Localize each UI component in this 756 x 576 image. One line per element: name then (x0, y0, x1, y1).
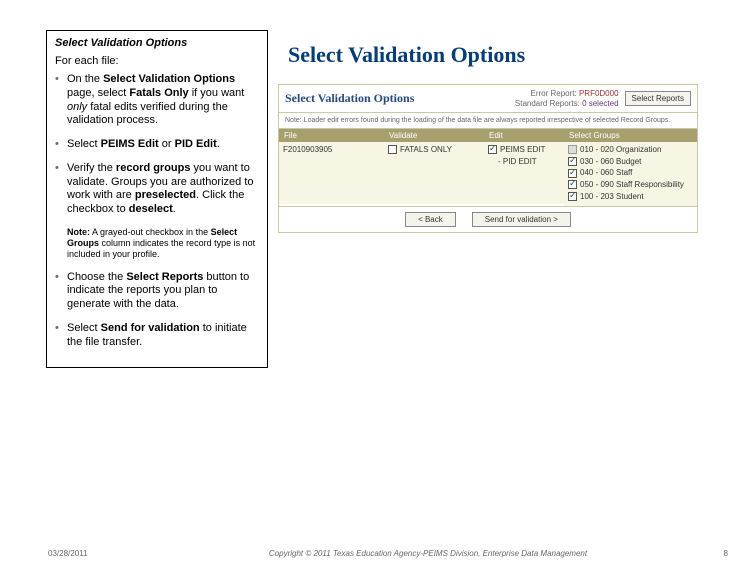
footer-copyright: Copyright © 2011 Texas Education Agency-… (148, 549, 708, 558)
instructions-list: On the Select Validation Options page, s… (55, 73, 259, 217)
instruction-item: Select Send for validation to initiate t… (55, 322, 259, 350)
file-name: F2010903905 (283, 145, 332, 154)
error-report-value: PRF0D000 (579, 89, 619, 98)
reports-summary: Error Report: PRF0D000 Standard Reports:… (515, 89, 619, 108)
checkbox-label: PEIMS EDIT (500, 145, 545, 155)
page-title: Select Validation Options (288, 42, 734, 68)
slide-footer: 03/28/2011 Copyright © 2011 Texas Educat… (0, 549, 756, 558)
fatals-only-checkbox[interactable] (388, 145, 397, 154)
instruction-item: On the Select Validation Options page, s… (55, 73, 259, 128)
col-header: Validate (384, 129, 484, 142)
app-screenshot: Select Validation Options Error Report: … (278, 84, 698, 233)
group-label: 010 - 020 Organization (580, 145, 661, 155)
group-checkbox-disabled (568, 145, 577, 154)
instructions-subtitle: For each file: (55, 55, 259, 67)
instruction-item: Select PEIMS Edit or PID Edit. (55, 138, 259, 152)
group-label: 100 - 203 Student (580, 192, 644, 202)
col-header: Select Groups (564, 129, 697, 142)
peims-edit-checkbox[interactable] (488, 145, 497, 154)
app-header: Select Validation Options Error Report: … (279, 85, 697, 113)
col-body: FATALS ONLY (384, 142, 484, 204)
pid-edit-text: - PID EDIT (498, 157, 537, 167)
std-report-value: 0 selected (582, 99, 618, 108)
group-checkbox[interactable] (568, 180, 577, 189)
std-report-label: Standard Reports: (515, 99, 580, 108)
instructions-panel: Select Validation Options For each file:… (46, 30, 268, 368)
checkbox-label: FATALS ONLY (400, 145, 452, 155)
col-file: File F2010903905 (279, 129, 384, 206)
group-checkbox[interactable] (568, 192, 577, 201)
col-body: 010 - 020 Organization 030 - 060 Budget … (564, 142, 697, 206)
footer-page-number: 8 (708, 549, 728, 558)
group-checkbox[interactable] (568, 169, 577, 178)
instruction-item: Verify the record groups you want to val… (55, 162, 259, 217)
footer-date: 03/28/2011 (48, 549, 148, 558)
back-button[interactable]: < Back (405, 212, 456, 227)
app-title: Select Validation Options (285, 91, 515, 106)
instruction-item: Choose the Select Reports button to indi… (55, 271, 259, 312)
slide-body: Select Validation Options For each file:… (0, 0, 756, 368)
group-checkbox[interactable] (568, 157, 577, 166)
app-footer: < Back Send for validation > (279, 206, 697, 232)
content-panel: Select Validation Options Select Validat… (278, 30, 734, 368)
instructions-note: Note: A grayed-out checkbox in the Selec… (55, 227, 259, 261)
instructions-title: Select Validation Options (55, 37, 259, 49)
col-header: Edit (484, 129, 564, 142)
group-label: 050 - 090 Staff Responsibility (580, 180, 684, 190)
col-validate: Validate FATALS ONLY (384, 129, 484, 206)
select-reports-button[interactable]: Select Reports (625, 91, 691, 106)
col-select-groups: Select Groups 010 - 020 Organization 030… (564, 129, 697, 206)
col-header: File (279, 129, 384, 142)
col-body: PEIMS EDIT - PID EDIT (484, 142, 564, 204)
group-label: 040 - 060 Staff (580, 168, 632, 178)
error-report-label: Error Report: (530, 89, 576, 98)
col-edit: Edit PEIMS EDIT - PID EDIT (484, 129, 564, 206)
send-for-validation-button[interactable]: Send for validation > (472, 212, 571, 227)
group-label: 030 - 060 Budget (580, 157, 641, 167)
app-note: Note: Loader edit errors found during th… (279, 113, 697, 128)
instructions-list-2: Choose the Select Reports button to indi… (55, 271, 259, 350)
col-body: F2010903905 (279, 142, 384, 204)
app-table: File F2010903905 Validate FATALS ONLY (279, 128, 697, 206)
